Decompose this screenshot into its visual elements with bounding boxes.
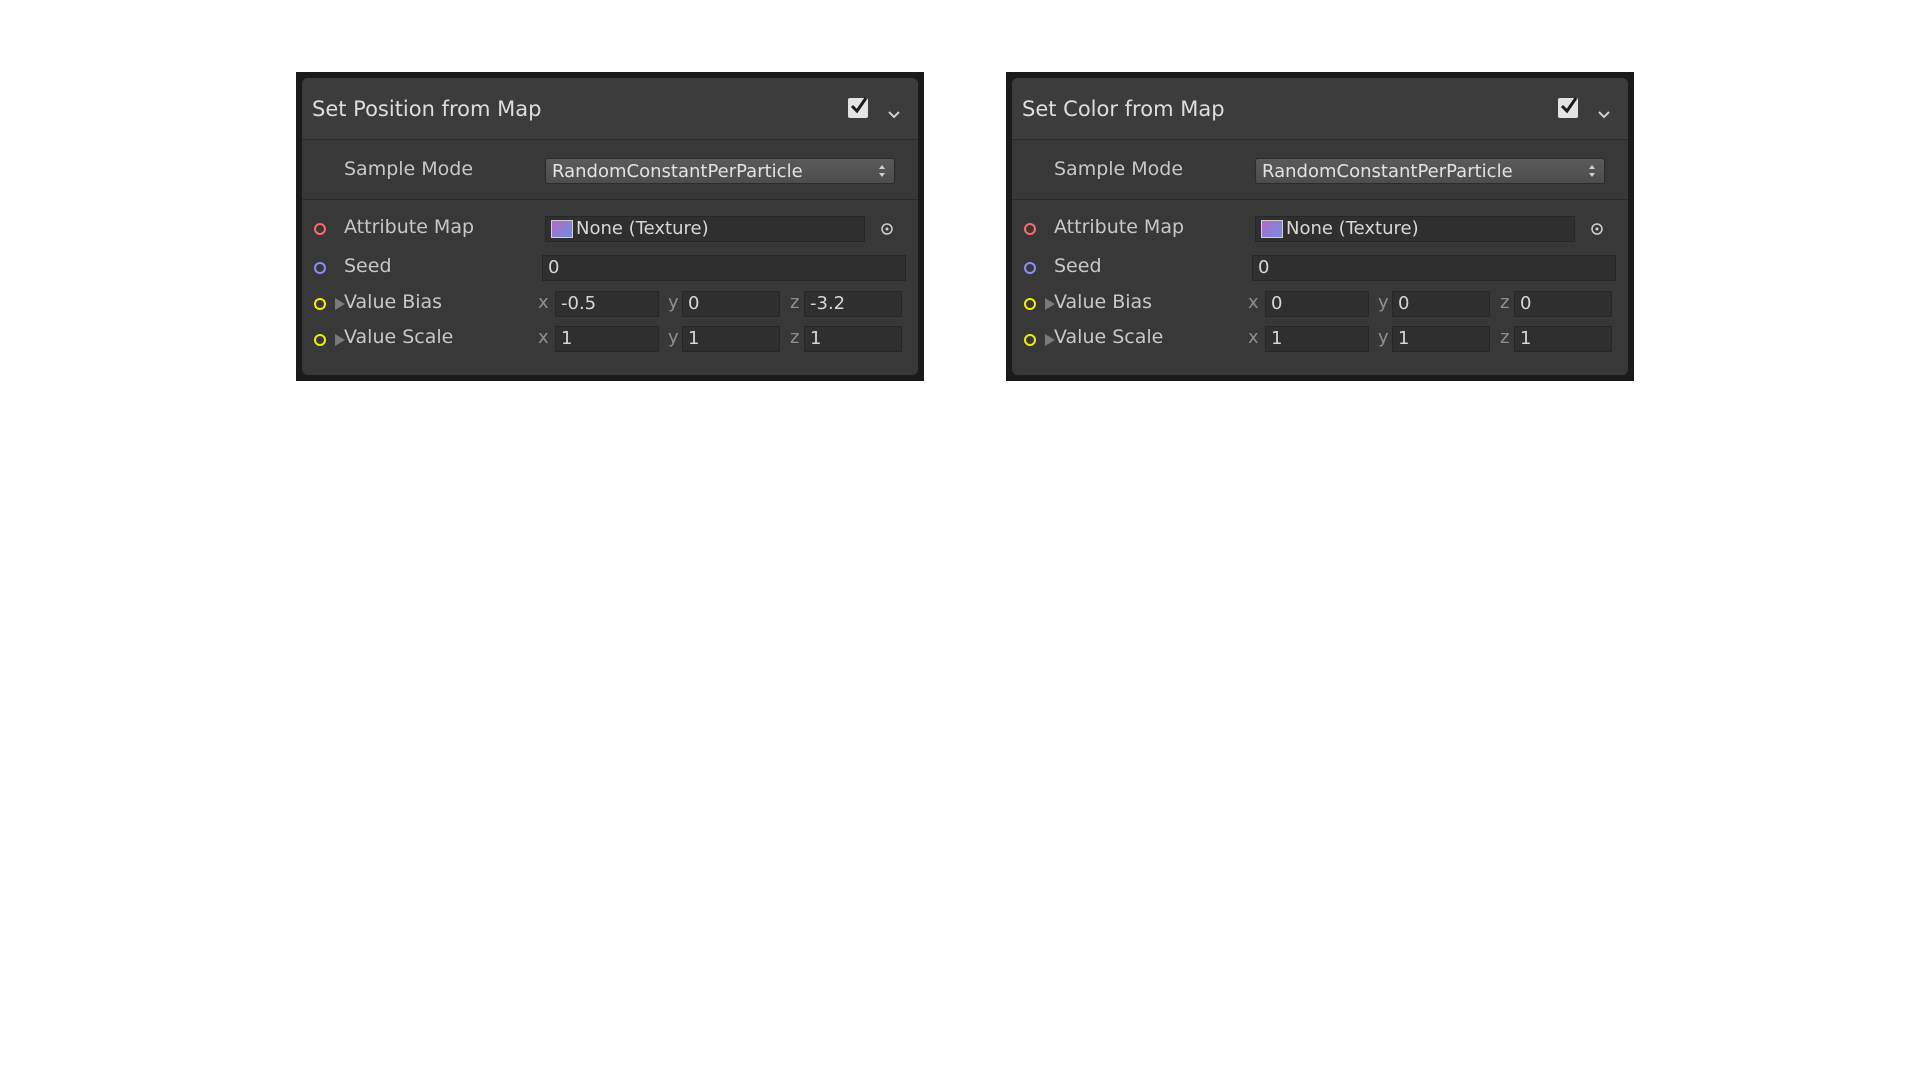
attribute-map-label: Attribute Map — [344, 216, 475, 238]
axis-y-label: y — [1378, 327, 1389, 348]
value-bias-port[interactable] — [314, 298, 326, 310]
value-bias-port[interactable] — [1024, 298, 1036, 310]
axis-z-label: z — [790, 292, 800, 313]
sample-mode-row: Sample Mode RandomConstantPerParticle — [302, 140, 918, 200]
sample-mode-value: RandomConstantPerParticle — [552, 161, 803, 182]
value-scale-label: Value Scale — [344, 326, 454, 348]
node-title: Set Position from Map — [312, 97, 542, 121]
axis-z-label: z — [1500, 327, 1510, 348]
enable-checkbox[interactable] — [1558, 97, 1578, 118]
node-body: Set Color from Map Sample Mode RandomCon… — [1012, 78, 1628, 375]
sample-mode-label: Sample Mode — [344, 158, 474, 180]
node-body: Set Position from Map Sample Mode Random… — [302, 78, 918, 375]
axis-y-label: y — [668, 327, 679, 348]
node-title: Set Color from Map — [1022, 97, 1225, 121]
axis-z-label: z — [1500, 292, 1510, 313]
object-picker-icon[interactable] — [1590, 222, 1604, 236]
sample-mode-label: Sample Mode — [1054, 158, 1184, 180]
value-scale-x-field[interactable]: 1 — [555, 326, 659, 352]
node-header[interactable]: Set Color from Map — [1012, 78, 1628, 140]
checkbox-checked-icon — [850, 97, 868, 114]
sample-mode-row: Sample Mode RandomConstantPerParticle — [1012, 140, 1628, 200]
seed-label: Seed — [1054, 255, 1102, 277]
value-scale-z-field[interactable]: 1 — [1514, 326, 1612, 352]
attribute-map-port[interactable] — [314, 223, 326, 235]
value-scale-y-field[interactable]: 1 — [1392, 326, 1490, 352]
dropdown-arrows-icon — [1589, 165, 1595, 177]
sample-mode-dropdown[interactable]: RandomConstantPerParticle — [545, 158, 895, 184]
node-header[interactable]: Set Position from Map — [302, 78, 918, 140]
value-bias-label: Value Bias — [1054, 291, 1153, 313]
set-color-from-map-node[interactable]: Set Color from Map Sample Mode RandomCon… — [1006, 72, 1634, 381]
sample-mode-value: RandomConstantPerParticle — [1262, 161, 1513, 182]
sample-mode-dropdown[interactable]: RandomConstantPerParticle — [1255, 158, 1605, 184]
value-bias-y-field[interactable]: 0 — [1392, 291, 1490, 317]
value-bias-z-field[interactable]: 0 — [1514, 291, 1612, 317]
seed-field[interactable]: 0 — [542, 255, 906, 281]
object-picker-icon[interactable] — [880, 222, 894, 236]
axis-x-label: x — [1248, 292, 1259, 313]
attribute-map-field[interactable]: None (Texture) — [545, 216, 865, 242]
value-scale-z-field[interactable]: 1 — [804, 326, 902, 352]
attribute-map-value: None (Texture) — [1286, 218, 1419, 239]
axis-x-label: x — [1248, 327, 1259, 348]
value-bias-x-field[interactable]: 0 — [1265, 291, 1369, 317]
axis-x-label: x — [538, 292, 549, 313]
chevron-down-icon[interactable] — [1596, 108, 1612, 120]
value-bias-label: Value Bias — [344, 291, 443, 313]
value-scale-port[interactable] — [1024, 334, 1036, 346]
seed-port[interactable] — [314, 262, 326, 274]
texture-icon — [551, 220, 573, 238]
attribute-map-value: None (Texture) — [576, 218, 709, 239]
value-bias-z-field[interactable]: -3.2 — [804, 291, 902, 317]
attribute-map-field[interactable]: None (Texture) — [1255, 216, 1575, 242]
chevron-down-icon[interactable] — [886, 108, 902, 120]
attribute-map-label: Attribute Map — [1054, 216, 1185, 238]
set-position-from-map-node[interactable]: Set Position from Map Sample Mode Random… — [296, 72, 924, 381]
enable-checkbox[interactable] — [848, 97, 868, 118]
value-bias-y-field[interactable]: 0 — [682, 291, 780, 317]
attribute-map-port[interactable] — [1024, 223, 1036, 235]
value-bias-x-field[interactable]: -0.5 — [555, 291, 659, 317]
axis-x-label: x — [538, 327, 549, 348]
value-scale-y-field[interactable]: 1 — [682, 326, 780, 352]
axis-z-label: z — [790, 327, 800, 348]
seed-port[interactable] — [1024, 262, 1036, 274]
texture-icon — [1261, 220, 1283, 238]
seed-label: Seed — [344, 255, 392, 277]
axis-y-label: y — [1378, 292, 1389, 313]
value-scale-port[interactable] — [314, 334, 326, 346]
axis-y-label: y — [668, 292, 679, 313]
value-scale-x-field[interactable]: 1 — [1265, 326, 1369, 352]
value-scale-label: Value Scale — [1054, 326, 1164, 348]
checkbox-checked-icon — [1560, 97, 1578, 114]
dropdown-arrows-icon — [879, 165, 885, 177]
seed-field[interactable]: 0 — [1252, 255, 1616, 281]
